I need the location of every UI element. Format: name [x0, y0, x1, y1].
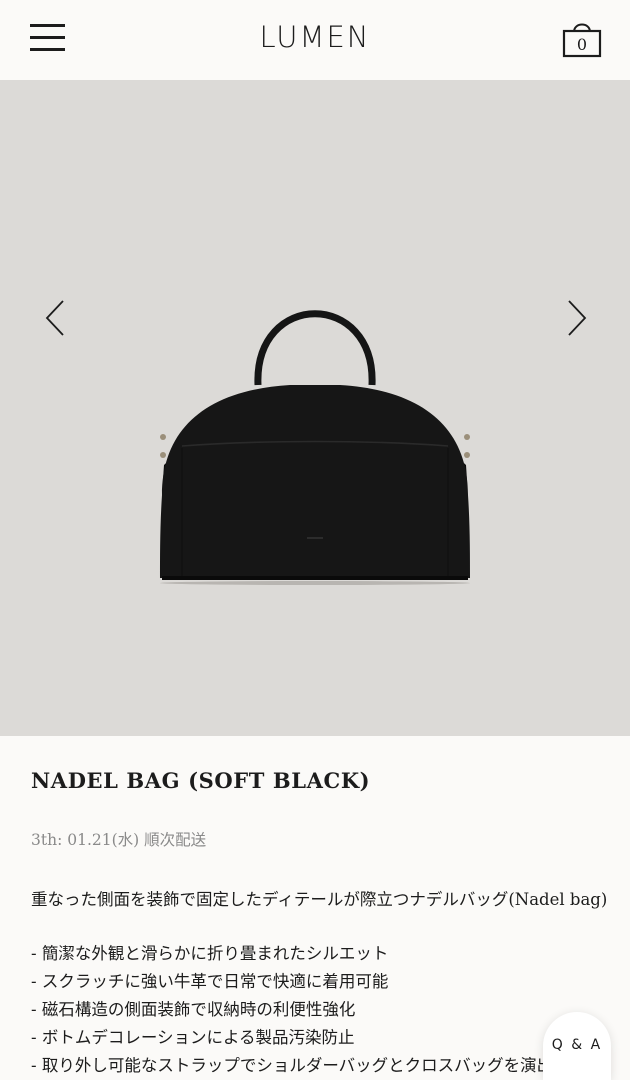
- product-title: NADEL BAG (SOFT BLACK): [31, 768, 371, 793]
- feature-list: - 簡潔な外観と滑らかに折り畳まれたシルエット - スクラッチに強い牛革で日常で…: [31, 940, 586, 1080]
- site-header: LUMEN 0: [0, 0, 630, 80]
- feature-item: - ボトムデコレーションによる製品汚染防止: [31, 1028, 355, 1047]
- cart-button[interactable]: 0: [562, 18, 602, 58]
- shipping-date: 3th: 01.21(水) 順次配送: [31, 831, 207, 849]
- feature-item: - 簡潔な外観と滑らかに折り畳まれたシルエット: [31, 944, 389, 963]
- product-info: NADEL BAG (SOFT BLACK) 3th: 01.21(水) 順次配…: [0, 736, 630, 1080]
- qa-label: Q & A: [551, 1037, 603, 1053]
- qa-button[interactable]: Q & A: [543, 1012, 611, 1080]
- product-image-gallery[interactable]: [0, 80, 630, 736]
- chevron-right-icon[interactable]: [565, 298, 589, 338]
- cart-count: 0: [576, 35, 588, 54]
- product-photo: [160, 310, 470, 585]
- feature-item: - 磁石構造の側面装飾で収納時の利便性強化: [31, 1000, 356, 1019]
- product-description-lead: 重なった側面を装飾で固定したディテールが際立つナデルバッグ(Nadel bag): [31, 890, 608, 909]
- brand-logo[interactable]: LUMEN: [0, 20, 630, 54]
- feature-item: - 取り外し可能なストラップでショルダーバッグとクロスバッグを演出可能: [31, 1056, 587, 1075]
- feature-item: - スクラッチに強い牛革で日常で快適に着用可能: [31, 972, 389, 991]
- chevron-left-icon[interactable]: [43, 298, 67, 338]
